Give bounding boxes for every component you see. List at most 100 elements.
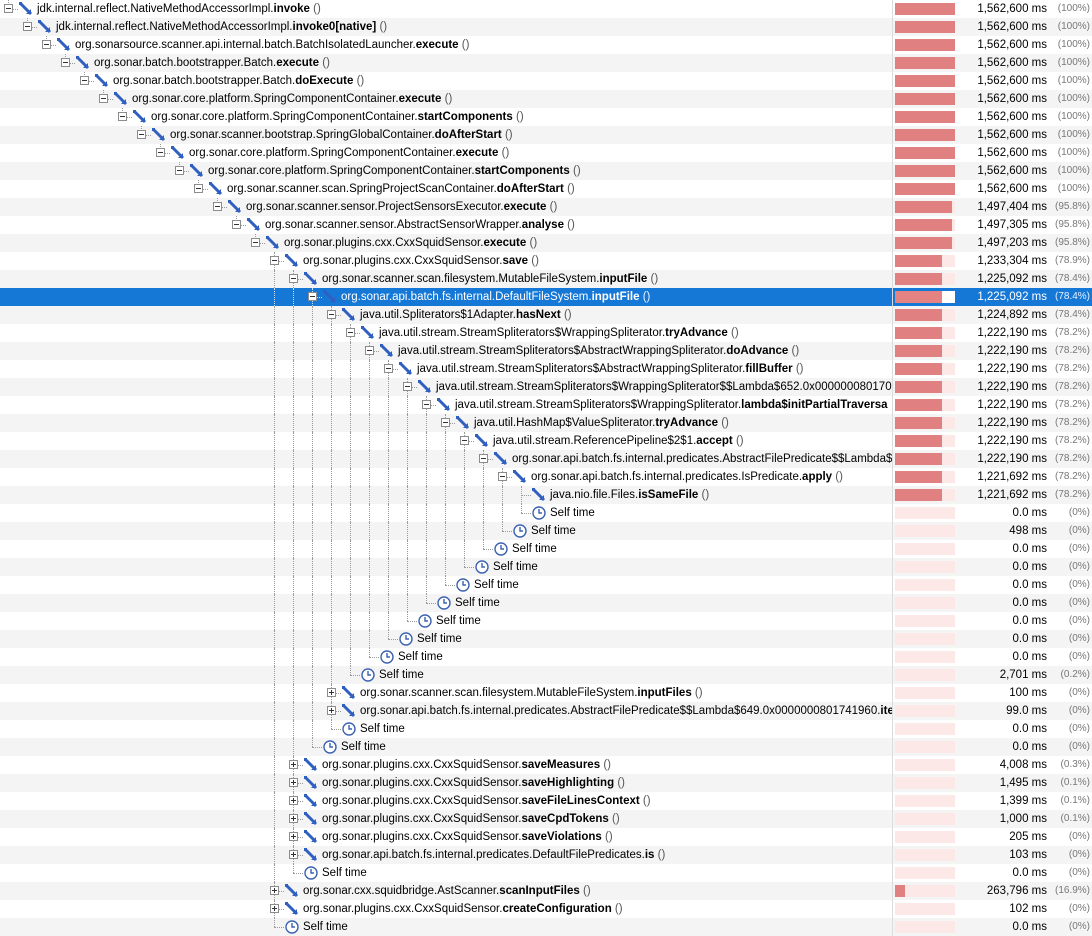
collapse-icon[interactable] <box>4 4 13 13</box>
expand-icon[interactable] <box>289 778 298 787</box>
self-time-row[interactable]: Self time 498 ms (0%) <box>0 522 1092 540</box>
call-tree-row[interactable]: org.sonar.scanner.sensor.ProjectSensorsE… <box>0 198 1092 216</box>
collapse-icon[interactable] <box>23 22 32 31</box>
call-tree-row[interactable]: java.util.Spliterators$1Adapter.hasNext … <box>0 306 1092 324</box>
call-tree-row[interactable]: org.sonar.plugins.cxx.CxxSquidSensor.sav… <box>0 252 1092 270</box>
tree-guide-line <box>274 558 275 576</box>
call-tree-row[interactable]: org.sonar.scanner.scan.SpringProjectScan… <box>0 180 1092 198</box>
call-tree-row[interactable]: org.sonar.api.batch.fs.internal.predicat… <box>0 450 1092 468</box>
collapse-icon[interactable] <box>61 58 70 67</box>
call-tree-row[interactable]: org.sonar.plugins.cxx.CxxSquidSensor.sav… <box>0 792 1092 810</box>
call-tree-row[interactable]: jdk.internal.reflect.NativeMethodAccesso… <box>0 0 1092 18</box>
collapse-icon[interactable] <box>308 292 317 301</box>
collapse-icon[interactable] <box>80 76 89 85</box>
collapse-icon[interactable] <box>479 454 488 463</box>
expand-icon[interactable] <box>270 904 279 913</box>
collapse-icon[interactable] <box>99 94 108 103</box>
collapse-icon[interactable] <box>137 130 146 139</box>
self-time-row[interactable]: Self time 0.0 ms (0%) <box>0 558 1092 576</box>
call-tree-row[interactable]: org.sonar.plugins.cxx.CxxSquidSensor.sav… <box>0 774 1092 792</box>
self-time-row[interactable]: Self time 0.0 ms (0%) <box>0 540 1092 558</box>
collapse-icon[interactable] <box>346 328 355 337</box>
call-tree-row[interactable]: java.util.stream.ReferencePipeline$2$1.a… <box>0 432 1092 450</box>
expand-icon[interactable] <box>289 760 298 769</box>
time-percent: (100%) <box>1057 21 1090 32</box>
tree-guide-line <box>331 342 332 360</box>
collapse-icon[interactable] <box>441 418 450 427</box>
call-tree-row[interactable]: java.util.HashMap$ValueSpliterator.tryAd… <box>0 414 1092 432</box>
call-tree-row[interactable]: org.sonar.core.platform.SpringComponentC… <box>0 144 1092 162</box>
self-time-row[interactable]: Self time 0.0 ms (0%) <box>0 630 1092 648</box>
call-tree-row[interactable]: org.sonar.plugins.cxx.CxxSquidSensor.exe… <box>0 234 1092 252</box>
call-tree-row[interactable]: org.sonar.batch.bootstrapper.Batch.doExe… <box>0 72 1092 90</box>
collapse-icon[interactable] <box>156 148 165 157</box>
collapse-icon[interactable] <box>42 40 51 49</box>
call-tree-row[interactable]: org.sonar.cxx.squidbridge.AstScanner.sca… <box>0 882 1092 900</box>
call-tree-row[interactable]: org.sonar.api.batch.fs.internal.DefaultF… <box>0 288 1092 306</box>
call-tree-row[interactable]: org.sonar.api.batch.fs.internal.predicat… <box>0 468 1092 486</box>
collapse-icon[interactable] <box>327 310 336 319</box>
call-tree-row[interactable]: org.sonar.plugins.cxx.CxxSquidSensor.sav… <box>0 810 1092 828</box>
call-tree-row[interactable]: java.util.stream.StreamSpliterators$Wrap… <box>0 378 1092 396</box>
self-time-row[interactable]: Self time 0.0 ms (0%) <box>0 594 1092 612</box>
expand-icon[interactable] <box>289 850 298 859</box>
call-tree-row[interactable]: org.sonar.scanner.sensor.AbstractSensorW… <box>0 216 1092 234</box>
call-tree-row[interactable]: org.sonar.core.platform.SpringComponentC… <box>0 108 1092 126</box>
expand-icon[interactable] <box>327 706 336 715</box>
call-tree-row[interactable]: java.util.stream.StreamSpliterators$Wrap… <box>0 324 1092 342</box>
call-tree-row[interactable]: org.sonar.core.platform.SpringComponentC… <box>0 90 1092 108</box>
collapse-icon[interactable] <box>251 238 260 247</box>
self-time-row[interactable]: Self time 0.0 ms (0%) <box>0 918 1092 936</box>
self-time-row[interactable]: Self time 0.0 ms (0%) <box>0 738 1092 756</box>
collapse-icon[interactable] <box>422 400 431 409</box>
call-tree-row[interactable]: java.nio.file.Files.isSameFile () 1,221,6… <box>0 486 1092 504</box>
call-tree-row[interactable]: org.sonar.plugins.cxx.CxxSquidSensor.sav… <box>0 756 1092 774</box>
expand-icon[interactable] <box>270 886 279 895</box>
collapse-icon[interactable] <box>289 274 298 283</box>
self-time-row[interactable]: Self time 0.0 ms (0%) <box>0 648 1092 666</box>
collapse-icon[interactable] <box>175 166 184 175</box>
collapse-icon[interactable] <box>403 382 412 391</box>
expand-icon[interactable] <box>289 796 298 805</box>
collapse-icon[interactable] <box>270 256 279 265</box>
call-tree[interactable]: jdk.internal.reflect.NativeMethodAccesso… <box>0 0 1092 936</box>
collapse-icon[interactable] <box>194 184 203 193</box>
call-tree-row[interactable]: org.sonar.batch.bootstrapper.Batch.execu… <box>0 54 1092 72</box>
call-tree-row[interactable]: org.sonar.scanner.scan.filesystem.Mutabl… <box>0 270 1092 288</box>
call-tree-row[interactable]: org.sonar.scanner.scan.filesystem.Mutabl… <box>0 684 1092 702</box>
self-time-row[interactable]: Self time 0.0 ms (0%) <box>0 864 1092 882</box>
time-bar-fill <box>895 381 942 393</box>
call-tree-row[interactable]: java.util.stream.StreamSpliterators$Abst… <box>0 360 1092 378</box>
collapse-icon[interactable] <box>384 364 393 373</box>
call-tree-row[interactable]: org.sonar.plugins.cxx.CxxSquidSensor.sav… <box>0 828 1092 846</box>
time-percent: (0.2%) <box>1060 669 1090 680</box>
expand-icon[interactable] <box>327 688 336 697</box>
call-tree-row[interactable]: org.sonar.plugins.cxx.CxxSquidSensor.cre… <box>0 900 1092 918</box>
collapse-icon[interactable] <box>498 472 507 481</box>
expand-icon[interactable] <box>289 814 298 823</box>
collapse-icon[interactable] <box>460 436 469 445</box>
call-tree-row[interactable]: org.sonarsource.scanner.api.internal.bat… <box>0 36 1092 54</box>
call-tree-row[interactable]: org.sonar.api.batch.fs.internal.predicat… <box>0 846 1092 864</box>
call-tree-row[interactable]: jdk.internal.reflect.NativeMethodAccesso… <box>0 18 1092 36</box>
call-tree-row[interactable]: java.util.stream.StreamSpliterators$Wrap… <box>0 396 1092 414</box>
call-tree-row[interactable]: org.sonar.api.batch.fs.internal.predicat… <box>0 702 1092 720</box>
self-time-row[interactable]: Self time 2,701 ms (0.2%) <box>0 666 1092 684</box>
self-time-row[interactable]: Self time 0.0 ms (0%) <box>0 720 1092 738</box>
method-class-prefix: java.util.stream.ReferencePipeline$2$1. <box>493 435 697 447</box>
collapse-icon[interactable] <box>365 346 374 355</box>
self-time-row[interactable]: Self time 0.0 ms (0%) <box>0 612 1092 630</box>
method-name-cell: java.util.stream.StreamSpliterators$Wrap… <box>0 324 892 342</box>
call-tree-row[interactable]: org.sonar.scanner.bootstrap.SpringGlobal… <box>0 126 1092 144</box>
self-time-row[interactable]: Self time 0.0 ms (0%) <box>0 504 1092 522</box>
tree-guide-line <box>274 324 275 342</box>
collapse-icon[interactable] <box>118 112 127 121</box>
self-time-row[interactable]: Self time 0.0 ms (0%) <box>0 576 1092 594</box>
collapse-icon[interactable] <box>213 202 222 211</box>
tree-guide-line <box>331 666 332 684</box>
call-tree-row[interactable]: org.sonar.core.platform.SpringComponentC… <box>0 162 1092 180</box>
expand-icon[interactable] <box>289 832 298 841</box>
tree-connector-horizontal <box>331 729 341 730</box>
call-tree-row[interactable]: java.util.stream.StreamSpliterators$Abst… <box>0 342 1092 360</box>
collapse-icon[interactable] <box>232 220 241 229</box>
